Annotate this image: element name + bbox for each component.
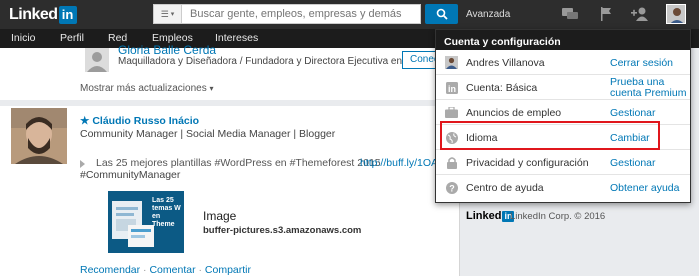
job-ads-label: Anuncios de empleo xyxy=(466,107,562,119)
post-text: Las 25 mejores plantillas #WordPress en … xyxy=(96,157,381,169)
logo-in-badge: in xyxy=(58,5,77,24)
messages-icon[interactable] xyxy=(561,6,579,22)
preview-source: buffer-pictures.s3.amazonaws.com xyxy=(203,225,362,236)
chevron-down-icon: ▾ xyxy=(170,11,175,18)
dropdown-row-privacy: Privacidad y configuración Gestionar xyxy=(436,150,690,175)
footer-logo-text: Linked xyxy=(466,210,502,222)
account-name: Andres Villanova xyxy=(466,57,545,69)
help-center-label: Centro de ayuda xyxy=(466,182,544,194)
account-type: Cuenta: Básica xyxy=(466,82,538,94)
feed-separator xyxy=(0,100,460,106)
list-icon: ☰ xyxy=(160,8,169,19)
account-avatar[interactable] xyxy=(666,4,686,24)
user-avatar-icon xyxy=(667,5,685,23)
avatar[interactable] xyxy=(85,48,109,72)
post-author-headline: Community Manager | Social Media Manager… xyxy=(80,128,336,140)
preview-thumb-text: Las 25 temas W en Theme xyxy=(152,197,181,228)
briefcase-icon xyxy=(445,106,458,119)
search-input[interactable] xyxy=(181,4,421,24)
linkedin-logo[interactable]: Linked in xyxy=(9,4,77,25)
share-link[interactable]: Compartir xyxy=(205,264,251,276)
post-preview-image[interactable]: Las 25 temas W en Theme xyxy=(108,191,184,253)
play-arrow-icon xyxy=(80,160,85,168)
dropdown-row-help: ? Centro de ayuda Obtener ayuda xyxy=(436,175,690,200)
get-help-link[interactable]: Obtener ayuda xyxy=(610,182,679,194)
advanced-search-link[interactable]: Avanzada xyxy=(466,9,510,20)
footer-copyright: LinkedIn Corp. © 2016 xyxy=(510,211,606,222)
post-actions: Recomendar · Comentar · Compartir xyxy=(80,264,251,276)
logo-text: Linked xyxy=(9,5,58,23)
post-hashtag[interactable]: #CommunityManager xyxy=(80,169,180,181)
manage-privacy-link[interactable]: Gestionar xyxy=(610,157,656,169)
manage-job-ads-link[interactable]: Gestionar xyxy=(610,107,656,119)
dropdown-row-account-type: in Cuenta: Básica Prueba una cuenta Prem… xyxy=(436,75,690,100)
search-category-dropdown[interactable]: ☰ ▾ xyxy=(153,4,181,24)
footer-linkedin-logo[interactable]: Linked in xyxy=(466,210,515,222)
post-link[interactable]: http://buff.ly/1OAT xyxy=(360,157,444,169)
search-button[interactable] xyxy=(425,4,458,24)
svg-text:?: ? xyxy=(449,183,455,193)
chevron-down-icon: ▾ xyxy=(209,84,214,93)
recommend-link[interactable]: Recomendar xyxy=(80,264,140,276)
search-icon xyxy=(436,8,448,20)
nav-item-inicio[interactable]: Inicio xyxy=(11,32,36,44)
person-placeholder-icon xyxy=(85,48,109,72)
nav-item-perfil[interactable]: Perfil xyxy=(60,32,84,44)
flag-icon[interactable] xyxy=(597,6,615,22)
dropdown-row-account-name: Andres Villanova Cerrar sesión xyxy=(436,50,690,75)
update-person-name[interactable]: Gloria Balle Cerda xyxy=(118,43,216,57)
lock-icon xyxy=(445,156,458,169)
dropdown-header: Cuenta y configuración xyxy=(436,30,690,50)
add-connection-icon[interactable] xyxy=(631,6,649,22)
top-bar: Linked in ☰▾ Avanzada xyxy=(0,0,699,29)
post-author-name[interactable]: ★ Cláudio Russo Inácio xyxy=(80,115,199,127)
user-avatar-icon xyxy=(445,56,458,69)
account-settings-dropdown: Cuenta y configuración Andres Villanova … xyxy=(435,29,691,203)
premium-trial-link[interactable]: Prueba una cuenta Premium xyxy=(610,77,690,99)
nav-item-intereses[interactable]: Intereses xyxy=(215,32,258,44)
preview-title[interactable]: Image xyxy=(203,209,236,223)
svg-text:in: in xyxy=(448,84,456,94)
post-author-avatar[interactable] xyxy=(11,108,67,164)
comment-link[interactable]: Comentar xyxy=(149,264,195,276)
update-person-description: Maquilladora y Diseñadora / Fundadora y … xyxy=(118,56,414,67)
sign-out-link[interactable]: Cerrar sesión xyxy=(610,57,673,69)
help-icon: ? xyxy=(445,181,458,194)
more-updates-link[interactable]: Mostrar más actualizaciones ▾ xyxy=(80,83,214,94)
more-updates-label: Mostrar más actualizaciones xyxy=(80,83,207,94)
linkedin-icon: in xyxy=(445,81,458,94)
author-photo xyxy=(11,108,67,164)
language-highlight-box xyxy=(440,121,660,150)
privacy-label: Privacidad y configuración xyxy=(466,157,589,169)
